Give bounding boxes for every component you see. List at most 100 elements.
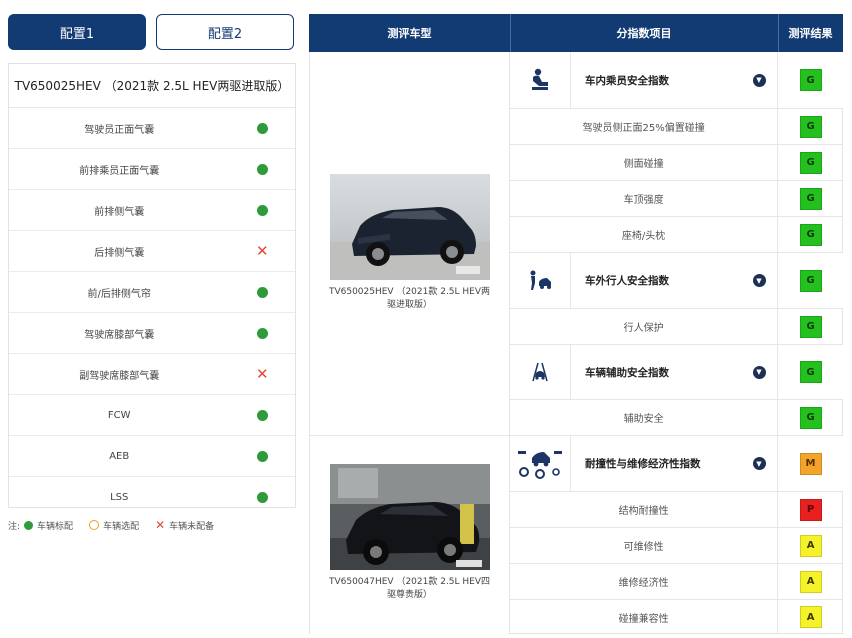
item-row: 辅助安全 G xyxy=(510,400,843,436)
grade-badge: M xyxy=(799,452,822,475)
feature-label: FCW xyxy=(107,409,131,421)
grade-badge: A xyxy=(799,570,822,593)
feature-row: 前/后排侧气帘 xyxy=(9,272,295,313)
category-assist-row[interactable]: 车辆辅助安全指数 ▼ G xyxy=(510,345,843,400)
category-occupant-name: 车内乘员安全指数 xyxy=(585,74,669,87)
feature-row: 副驾驶席膝部气囊 ✕ xyxy=(9,354,295,395)
item-row: 座椅/头枕 G xyxy=(510,217,843,253)
seated-occupant-icon xyxy=(510,52,571,108)
grade-badge: G xyxy=(799,406,822,429)
chevron-down-icon: ▼ xyxy=(752,73,766,87)
category-occupant-row[interactable]: 车内乘员安全指数 ▼ G xyxy=(510,52,843,109)
legend-prefix: 注: xyxy=(8,521,21,532)
tab-config-1[interactable]: 配置1 xyxy=(8,14,146,50)
standard-dot-icon xyxy=(256,491,268,503)
feature-label: AEB xyxy=(109,450,130,462)
feature-row: 前排侧气囊 xyxy=(9,190,295,231)
optional-circle-icon xyxy=(89,520,100,530)
grade-badge: A xyxy=(799,534,822,557)
legend-standard: 车辆标配 xyxy=(37,521,74,532)
car-caption-2: TV650047HEV （2021款 2.5L HEV四驱尊贵版） xyxy=(328,577,491,600)
expand-pedestrian[interactable]: ▼ xyxy=(741,253,777,308)
standard-dot-icon xyxy=(256,163,268,175)
item-row: 行人保护 G xyxy=(510,309,843,345)
header-car-model: 测评车型 xyxy=(309,14,510,52)
category-durability-row[interactable]: 耐撞性与维修经济性指数 ▼ M xyxy=(510,436,843,492)
grade-badge: G xyxy=(799,187,822,210)
feature-label: 后排侧气囊 xyxy=(94,247,145,259)
feature-row: 后排侧气囊 ✕ xyxy=(9,231,295,272)
item-row: 驾驶员侧正面25%偏置碰撞 G xyxy=(510,109,843,145)
feature-row: LSS xyxy=(9,477,295,517)
feature-label: 前排乘员正面气囊 xyxy=(79,165,160,177)
car-caption-1: TV650025HEV （2021款 2.5L HEV两驱进取版） xyxy=(328,287,491,310)
cross-icon: ✕ xyxy=(155,518,166,532)
standard-dot-icon xyxy=(256,450,268,462)
grade-badge: P xyxy=(799,498,822,521)
feature-label: LSS xyxy=(110,491,129,503)
car-cell-2: TV650047HEV （2021款 2.5L HEV四驱尊贵版） xyxy=(309,436,510,634)
pedestrian-icon xyxy=(510,253,571,308)
item-name: 座椅/头枕 xyxy=(621,231,666,242)
grade-badge: G xyxy=(799,115,822,138)
expand-durability[interactable]: ▼ xyxy=(741,436,777,491)
header-sub-index: 分指数项目 xyxy=(510,14,778,52)
chevron-down-icon: ▼ xyxy=(752,365,766,379)
car-photo-2 xyxy=(329,464,490,570)
feature-row: 驾驶员正面气囊 xyxy=(9,108,295,149)
repair-gears-icon xyxy=(510,436,571,491)
chevron-down-icon: ▼ xyxy=(752,274,766,287)
item-name: 侧面碰撞 xyxy=(623,159,664,170)
car-photo-1 xyxy=(329,174,490,280)
feature-label: 驾驶席膝部气囊 xyxy=(84,329,155,341)
category-pedestrian-name: 车外行人安全指数 xyxy=(585,275,669,287)
standard-dot-icon xyxy=(24,520,34,530)
grade-badge: G xyxy=(799,69,822,91)
driver-assist-icon xyxy=(510,345,571,399)
item-row: 结构耐撞性 P xyxy=(510,492,843,528)
cross-icon: ✕ xyxy=(255,364,269,383)
grade-badge: G xyxy=(799,151,822,174)
item-name: 碰撞兼容性 xyxy=(618,613,669,625)
expand-assist[interactable]: ▼ xyxy=(741,345,777,399)
item-row: 车顶强度 G xyxy=(510,181,843,217)
legend-optional: 车辆选配 xyxy=(103,521,140,532)
expand-occupant[interactable]: ▼ xyxy=(741,52,777,108)
category-pedestrian-row[interactable]: 车外行人安全指数 ▼ G xyxy=(510,253,843,309)
chevron-down-icon: ▼ xyxy=(752,457,766,470)
panel-title: TV650025HEV （2021款 2.5L HEV两驱进取版） xyxy=(9,64,295,108)
feature-label: 驾驶员正面气囊 xyxy=(84,124,155,136)
legend-none: 车辆未配备 xyxy=(169,521,215,532)
feature-row: 驾驶席膝部气囊 xyxy=(9,313,295,354)
feature-row: AEB xyxy=(9,436,295,477)
item-name: 行人保护 xyxy=(623,323,664,334)
feature-label: 前/后排侧气帘 xyxy=(87,288,151,300)
grade-badge: G xyxy=(799,269,822,292)
category-assist-name: 车辆辅助安全指数 xyxy=(585,366,669,379)
standard-dot-icon xyxy=(256,409,268,421)
grade-badge: G xyxy=(799,223,822,246)
item-name: 车顶强度 xyxy=(623,195,664,206)
item-name: 辅助安全 xyxy=(623,414,664,425)
grade-badge: A xyxy=(799,606,822,628)
tab-config-2[interactable]: 配置2 xyxy=(156,14,294,50)
standard-dot-icon xyxy=(256,327,268,339)
item-name: 可维修性 xyxy=(623,542,664,553)
category-durability-name: 耐撞性与维修经济性指数 xyxy=(585,458,701,470)
item-name: 结构耐撞性 xyxy=(618,506,669,517)
feature-row: 前排乘员正面气囊 xyxy=(9,149,295,190)
header-result: 测评结果 xyxy=(778,14,843,52)
standard-dot-icon xyxy=(256,204,268,216)
item-row: 可维修性 A xyxy=(510,528,843,564)
item-name: 驾驶员侧正面25%偏置碰撞 xyxy=(582,123,705,134)
config-feature-panel: TV650025HEV （2021款 2.5L HEV两驱进取版） 驾驶员正面气… xyxy=(8,63,296,508)
car-cell-1: TV650025HEV （2021款 2.5L HEV两驱进取版） xyxy=(309,52,510,436)
cross-icon: ✕ xyxy=(255,241,269,260)
standard-dot-icon xyxy=(256,122,268,134)
item-row: 侧面碰撞 G xyxy=(510,145,843,181)
feature-row: FCW xyxy=(9,395,295,436)
grade-badge: G xyxy=(799,315,822,338)
feature-label: 副驾驶席膝部气囊 xyxy=(79,370,160,382)
feature-label: 前排侧气囊 xyxy=(94,206,145,218)
standard-dot-icon xyxy=(256,286,268,298)
